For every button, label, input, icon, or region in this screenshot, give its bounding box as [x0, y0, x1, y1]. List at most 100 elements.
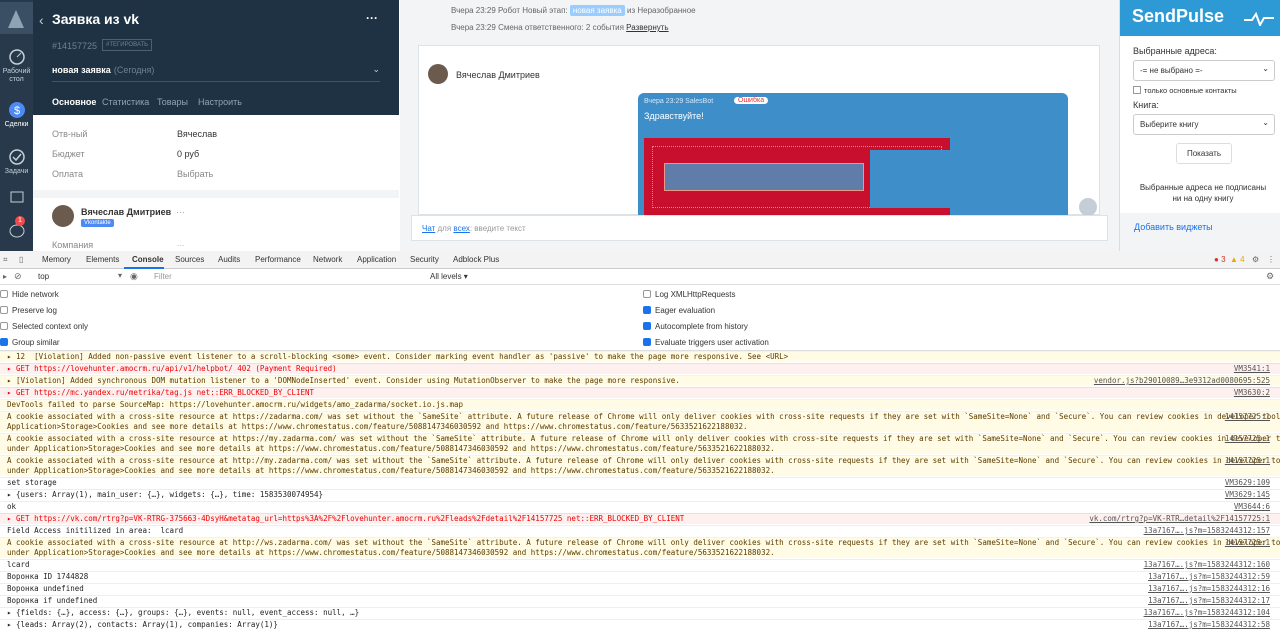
autocomplete-checkbox[interactable]: Autocomplete from history: [643, 322, 748, 331]
console-message[interactable]: DevTools failed to parse SourceMap: http…: [0, 399, 1280, 410]
recipients-link[interactable]: всех: [453, 224, 469, 233]
console-message[interactable]: ▸ {fields: {…}, access: {…}, groups: {…}…: [0, 607, 1280, 618]
console-message[interactable]: ok VM3644:6: [0, 501, 1280, 512]
back-icon[interactable]: ‹: [39, 12, 44, 28]
console-source-link[interactable]: 14157725:1: [1225, 538, 1270, 548]
console-source-link[interactable]: VM3644:6: [1234, 502, 1270, 512]
context-dropdown-icon[interactable]: ▾: [118, 271, 122, 280]
avatar[interactable]: [52, 205, 74, 227]
nav-item-deals[interactable]: $ Сделки: [0, 101, 33, 129]
console-message[interactable]: set storage VM3629:109: [0, 477, 1280, 488]
tab-adblock[interactable]: Adblock Plus: [453, 255, 499, 264]
console-source-link[interactable]: 14157725:1: [1225, 434, 1270, 444]
error-count[interactable]: ● 3: [1214, 255, 1226, 264]
expand-link[interactable]: Развернуть: [626, 23, 668, 32]
avatar[interactable]: [428, 64, 448, 84]
tab-security[interactable]: Security: [410, 255, 439, 264]
log-xhr-checkbox[interactable]: Log XMLHttpRequests: [643, 290, 736, 299]
console-source-link[interactable]: 13a7167….js?m=1583244312:16: [1148, 584, 1270, 594]
console-source-link[interactable]: vendor.js?b29010089…3e9312ad0080695:525: [1094, 376, 1270, 386]
selected-context-checkbox[interactable]: Selected context only: [0, 322, 88, 331]
device-icon[interactable]: ▯: [19, 255, 23, 264]
console-message[interactable]: A cookie associated with a cross-site re…: [0, 433, 1280, 454]
tab-audits[interactable]: Audits: [218, 255, 240, 264]
stage-select[interactable]: новая заявка (Сегодня) ⌄: [52, 64, 380, 82]
tab-console[interactable]: Console: [132, 255, 164, 264]
evaluate-triggers-checkbox[interactable]: Evaluate triggers user activation: [643, 338, 769, 347]
tab-sources[interactable]: Sources: [175, 255, 204, 264]
chat-type-link[interactable]: Чат: [422, 224, 435, 233]
console-message[interactable]: ▸ GET https://lovehunter.amocrm.ru/api/v…: [0, 363, 1280, 374]
nav-item-chats[interactable]: 1: [0, 216, 33, 242]
tag-button[interactable]: #ТЕГИРОВАТЬ: [102, 39, 153, 51]
console-message[interactable]: Field Access initilized in area: lcard 13…: [0, 525, 1280, 536]
console-message[interactable]: lcard 13a7167….js?m=1583244312:160: [0, 559, 1280, 570]
tab-elements[interactable]: Elements: [86, 255, 119, 264]
show-button[interactable]: Показать: [1176, 143, 1232, 164]
console-message[interactable]: ▸ [Violation] Added synchronous DOM muta…: [0, 375, 1280, 386]
console-message[interactable]: ▸ GET https://vk.com/rtrg?p=VK-RTRG-3756…: [0, 513, 1280, 524]
tab-network[interactable]: Network: [313, 255, 342, 264]
tab-settings[interactable]: Настроить: [198, 97, 242, 107]
console-source-link[interactable]: 14157725:1: [1225, 412, 1270, 422]
console-message[interactable]: A cookie associated with a cross-site re…: [0, 455, 1280, 476]
console-source-link[interactable]: 13a7167….js?m=1583244312:59: [1148, 572, 1270, 582]
context-select[interactable]: top: [38, 272, 49, 281]
console-source-link[interactable]: 13a7167….js?m=1583244312:157: [1144, 526, 1270, 536]
eager-eval-checkbox[interactable]: Eager evaluation: [643, 306, 715, 315]
tab-memory[interactable]: Memory: [42, 255, 71, 264]
nav-item-lists[interactable]: [0, 188, 33, 208]
clear-console-icon[interactable]: ⊘: [14, 271, 22, 282]
console-message[interactable]: A cookie associated with a cross-site re…: [0, 537, 1280, 558]
console-source-link[interactable]: vk.com/rtrg?p=VK-RTR…detail%2F14157725:1: [1089, 514, 1270, 524]
console-message[interactable]: ▸ {users: Array(1), main_user: {…}, widg…: [0, 489, 1280, 500]
console-message[interactable]: ▸ {leads: Array(2), contacts: Array(1), …: [0, 619, 1280, 630]
console-message[interactable]: Воронка undefined 13a7167….js?m=158324431…: [0, 583, 1280, 594]
console-source-link[interactable]: VM3629:109: [1225, 478, 1270, 488]
console-source-link[interactable]: VM3629:145: [1225, 490, 1270, 500]
contact-name[interactable]: Вячеслав Дмитриев: [81, 207, 171, 217]
console-source-link[interactable]: 13a7167….js?m=1583244312:104: [1144, 608, 1270, 618]
console-source-link[interactable]: VM3541:1: [1234, 364, 1270, 374]
nav-item-tasks[interactable]: Задачи: [0, 148, 33, 176]
tab-stats[interactable]: Статистика: [102, 97, 149, 107]
warning-count[interactable]: ▲ 4: [1230, 255, 1245, 264]
field-value[interactable]: 0 руб: [177, 149, 199, 159]
hide-network-checkbox[interactable]: Hide network: [0, 290, 59, 299]
contact-more-icon[interactable]: ···: [176, 207, 185, 217]
filter-input[interactable]: Filter: [150, 271, 426, 283]
tab-products[interactable]: Товары: [157, 97, 188, 107]
console-message[interactable]: ▸ 12 [Violation] Added non-passive event…: [0, 351, 1280, 362]
console-source-link[interactable]: VM3630:2: [1234, 388, 1270, 398]
field-value[interactable]: Вячеслав: [177, 129, 217, 139]
live-expression-icon[interactable]: ◉: [130, 271, 138, 282]
group-similar-checkbox[interactable]: Group similar: [0, 338, 60, 347]
console-settings-icon[interactable]: ⚙: [1266, 271, 1274, 282]
levels-select[interactable]: All levels ▾: [430, 272, 468, 281]
book-select[interactable]: Выберите книгу ⌄: [1133, 114, 1275, 135]
more-icon[interactable]: ···: [366, 11, 378, 25]
console-source-link[interactable]: 13a7167….js?m=1583244312:17: [1148, 596, 1270, 606]
console-message[interactable]: Воронка if undefined 13a7167….js?m=158324…: [0, 595, 1280, 606]
preserve-log-checkbox[interactable]: Preserve log: [0, 306, 57, 315]
sidebar-toggle-icon[interactable]: ▸: [3, 272, 7, 281]
field-value[interactable]: Выбрать: [177, 169, 213, 179]
console-message[interactable]: A cookie associated with a cross-site re…: [0, 411, 1280, 432]
inspect-icon[interactable]: ⌗: [3, 255, 8, 265]
nav-logo[interactable]: [0, 2, 33, 34]
console-message[interactable]: ▸ GET https://mc.yandex.ru/metrika/tag.j…: [0, 387, 1280, 398]
console-source-link[interactable]: 13a7167….js?m=1583244312:58: [1148, 620, 1270, 630]
tab-performance[interactable]: Performance: [255, 255, 301, 264]
settings-icon[interactable]: ⚙: [1252, 255, 1259, 264]
addresses-select[interactable]: -= не выбрано =- ⌄: [1133, 60, 1275, 81]
kebab-icon[interactable]: ⋮: [1267, 255, 1275, 264]
lead-title[interactable]: Заявка из vk: [52, 11, 139, 27]
console-message[interactable]: Воронка ID 1744828 13a7167….js?m=15832443…: [0, 571, 1280, 582]
tab-main[interactable]: Основное: [52, 97, 97, 117]
console-source-link[interactable]: 14157725:1: [1225, 456, 1270, 466]
tab-application[interactable]: Application: [357, 255, 396, 264]
only-main-checkbox[interactable]: только основные контакты: [1133, 86, 1237, 95]
nav-item-dashboard[interactable]: Рабочий стол: [0, 48, 33, 84]
console-source-link[interactable]: 13a7167….js?m=1583244312:160: [1144, 560, 1270, 570]
chat-input[interactable]: Чат для всех: введите текст: [411, 215, 1108, 241]
